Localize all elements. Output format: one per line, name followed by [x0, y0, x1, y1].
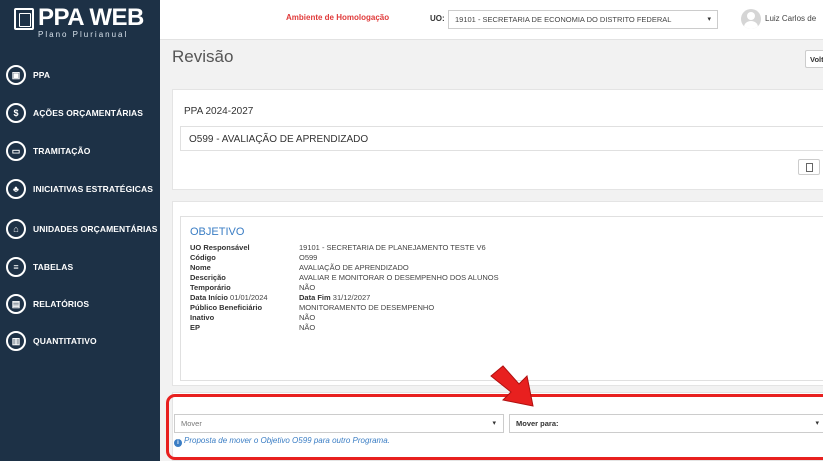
field-value: AVALIAR E MONITORAR O DESEMPENHO DOS ALU…: [299, 273, 499, 282]
red-arrow-icon: [490, 365, 534, 407]
field-label: Data Início 01/01/2024: [190, 293, 268, 302]
data-fim-label: Data Fim: [299, 293, 331, 302]
field-value: NÃO: [299, 283, 316, 292]
sidebar-item-label: TABELAS: [33, 262, 74, 272]
field-label: Temporário: [190, 283, 231, 292]
objetivo-heading: OBJETIVO: [190, 226, 245, 238]
field-value: 19101 - SECRETARIA DE PLANEJAMENTO TESTE…: [299, 243, 486, 252]
sidebar-item-tramitacao[interactable]: ▭ TRAMITAÇÃO: [6, 137, 91, 165]
field-value: NÃO: [299, 323, 316, 332]
caret-down-icon: ▾: [492, 420, 496, 427]
mover-para-select[interactable]: Mover para: ▾: [509, 414, 823, 433]
sidebar-item-unidades-orcamentarias[interactable]: ⌂ UNIDADES ORÇAMENTÁRIAS: [6, 215, 158, 243]
data-fim-value: 31/12/2027: [332, 293, 371, 302]
logo-subtitle: Plano Plurianual: [38, 30, 129, 39]
bank-icon: ⌂: [6, 219, 26, 239]
sidebar-item-ppa[interactable]: ▣ PPA: [6, 61, 50, 89]
logo-text: PPA WEB: [38, 4, 144, 31]
list-icon: ≡: [6, 257, 26, 277]
data-inicio-label: Data Início: [190, 293, 228, 302]
field-label: Nome: [190, 263, 211, 272]
logo-icon: [14, 8, 34, 30]
sidebar: PPA WEB Plano Plurianual ▣ PPA $ AÇÕES O…: [0, 0, 160, 461]
sidebar-item-relatorios[interactable]: ▤ RELATÓRIOS: [6, 290, 89, 318]
caret-down-icon: ▾: [815, 420, 819, 427]
field-value: O599: [299, 253, 318, 262]
move-hint: i Proposta de mover o Objetivo O599 para …: [174, 436, 390, 447]
program-name: O599 - AVALIAÇÃO DE APRENDIZADO: [189, 134, 369, 145]
sidebar-item-label: PPA: [33, 70, 51, 80]
uo-select-value: 19101 - SECRETARIA DE ECONOMIA DO DISTRI…: [455, 15, 672, 24]
app-logo[interactable]: PPA WEB Plano Plurianual: [14, 4, 148, 39]
info-icon: i: [174, 439, 182, 447]
document-button[interactable]: [798, 159, 820, 175]
document-icon: [806, 163, 813, 172]
avatar[interactable]: [741, 9, 761, 29]
sidebar-item-label: QUANTITATIVO: [33, 336, 97, 346]
sidebar-item-label: RELATÓRIOS: [33, 299, 90, 309]
sidebar-item-acoes-orcamentarias[interactable]: $ AÇÕES ORÇAMENTÁRIAS: [6, 99, 143, 127]
mover-select[interactable]: Mover ▾: [174, 414, 504, 433]
mover-select-value: Mover: [181, 419, 202, 428]
inbox-icon: ▭: [6, 141, 26, 161]
back-button[interactable]: Volt: [805, 50, 823, 68]
top-bar: Ambiente de Homologação UO: 19101 - SECR…: [160, 0, 823, 40]
field-label: Código: [190, 253, 216, 262]
book-icon: ▣: [6, 65, 26, 85]
objetivo-box: OBJETIVO UO Responsável 19101 - SECRETAR…: [180, 216, 823, 381]
environment-label: Ambiente de Homologação: [286, 13, 390, 22]
chart-icon: ▥: [6, 331, 26, 351]
mover-para-select-label: Mover para:: [516, 419, 559, 428]
page-title: Revisão: [172, 47, 234, 66]
file-icon: ▤: [6, 294, 26, 314]
sidebar-item-tabelas[interactable]: ≡ TABELAS: [6, 253, 73, 281]
field-value: Data Fim 31/12/2027: [299, 293, 370, 302]
field-label: Inativo: [190, 313, 215, 322]
field-label: Descrição: [190, 273, 226, 282]
uo-select[interactable]: 19101 - SECRETARIA DE ECONOMIA DO DISTRI…: [448, 10, 718, 29]
caret-down-icon: ▾: [707, 16, 711, 23]
dollar-icon: $: [6, 103, 26, 123]
data-inicio-value: 01/01/2024: [230, 293, 268, 302]
field-value: MONITORAMENTO DE DESEMPENHO: [299, 303, 435, 312]
sidebar-item-quantitativo[interactable]: ▥ QUANTITATIVO: [6, 327, 97, 355]
ppa-label: PPA 2024-2027: [184, 106, 254, 117]
uo-label: UO:: [430, 14, 445, 23]
program-panel: PPA 2024-2027 O599 - AVALIAÇÃO DE APREND…: [172, 89, 823, 190]
field-value: AVALIAÇÃO DE APRENDIZADO: [299, 263, 409, 272]
sidebar-item-label: INICIATIVAS ESTRATÉGICAS: [33, 184, 153, 194]
field-value: NÃO: [299, 313, 316, 322]
sidebar-item-iniciativas-estrategicas[interactable]: ♣ INICIATIVAS ESTRATÉGICAS: [6, 175, 153, 203]
field-label: Público Beneficiário: [190, 303, 263, 312]
sidebar-item-label: TRAMITAÇÃO: [33, 146, 91, 156]
field-label: UO Responsável: [190, 243, 250, 252]
field-label: EP: [190, 323, 201, 332]
move-hint-text: Proposta de mover o Objetivo O599 para o…: [184, 436, 390, 445]
sitemap-icon: ♣: [6, 179, 26, 199]
sidebar-item-label: AÇÕES ORÇAMENTÁRIAS: [33, 108, 144, 118]
sidebar-item-label: UNIDADES ORÇAMENTÁRIAS: [33, 224, 158, 234]
user-name[interactable]: Luiz Carlos de: [765, 14, 816, 23]
objetivo-panel: OBJETIVO UO Responsável 19101 - SECRETAR…: [172, 201, 823, 386]
program-box: O599 - AVALIAÇÃO DE APRENDIZADO: [180, 126, 823, 151]
